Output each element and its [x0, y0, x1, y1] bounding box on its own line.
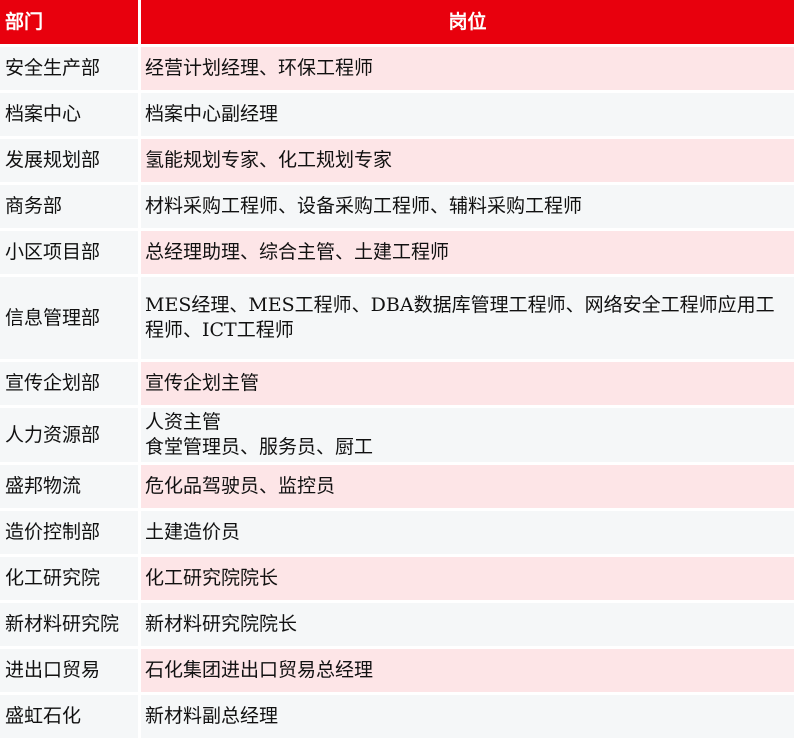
position-cell: 人资主管 食堂管理员、服务员、厨工	[141, 408, 794, 462]
table-row: 档案中心 档案中心副经理	[0, 93, 794, 139]
position-cell: 档案中心副经理	[141, 93, 794, 136]
position-cell: 材料采购工程师、设备采购工程师、辅料采购工程师	[141, 185, 794, 228]
department-cell: 人力资源部	[0, 408, 141, 462]
position-cell: 危化品驾驶员、监控员	[141, 465, 794, 508]
position-line: 食堂管理员、服务员、厨工	[145, 436, 374, 458]
table-row: 小区项目部 总经理助理、综合主管、土建工程师	[0, 231, 794, 277]
table-row: 安全生产部 经营计划经理、环保工程师	[0, 47, 794, 93]
department-cell: 宣传企划部	[0, 362, 141, 405]
department-cell: 化工研究院	[0, 557, 141, 600]
position-cell: 土建造价员	[141, 511, 794, 554]
table-row: 商务部 材料采购工程师、设备采购工程师、辅料采购工程师	[0, 185, 794, 231]
table-row: 化工研究院 化工研究院院长	[0, 557, 794, 603]
table-row: 进出口贸易 石化集团进出口贸易总经理	[0, 649, 794, 695]
department-cell: 进出口贸易	[0, 649, 141, 692]
position-cell: 氢能规划专家、化工规划专家	[141, 139, 794, 182]
table-row: 宣传企划部 宣传企划主管	[0, 362, 794, 408]
department-cell: 小区项目部	[0, 231, 141, 274]
department-cell: 造价控制部	[0, 511, 141, 554]
table-row: 人力资源部 人资主管 食堂管理员、服务员、厨工	[0, 408, 794, 465]
position-cell: 化工研究院院长	[141, 557, 794, 600]
position-cell: 新材料副总经理	[141, 695, 794, 738]
department-cell: 商务部	[0, 185, 141, 228]
position-line: 人资主管	[145, 411, 222, 433]
table-header: 部门 岗位	[0, 0, 794, 47]
department-cell: 安全生产部	[0, 47, 141, 90]
header-department: 部门	[0, 0, 141, 44]
department-cell: 发展规划部	[0, 139, 141, 182]
table-row: 发展规划部 氢能规划专家、化工规划专家	[0, 139, 794, 185]
job-table: 部门 岗位 安全生产部 经营计划经理、环保工程师 档案中心 档案中心副经理 发展…	[0, 0, 794, 741]
position-cell: MES经理、MES工程师、DBA数据库管理工程师、网络安全工程师应用工程师、IC…	[141, 277, 794, 359]
department-cell: 盛虹石化	[0, 695, 141, 738]
department-cell: 盛邦物流	[0, 465, 141, 508]
position-cell: 新材料研究院院长	[141, 603, 794, 646]
position-cell: 经营计划经理、环保工程师	[141, 47, 794, 90]
position-cell: 总经理助理、综合主管、土建工程师	[141, 231, 794, 274]
position-cell: 石化集团进出口贸易总经理	[141, 649, 794, 692]
table-row: 盛虹石化 新材料副总经理	[0, 695, 794, 741]
position-cell: 宣传企划主管	[141, 362, 794, 405]
table-row: 新材料研究院 新材料研究院院长	[0, 603, 794, 649]
table-row: 盛邦物流 危化品驾驶员、监控员	[0, 465, 794, 511]
header-position: 岗位	[141, 0, 794, 44]
table-row: 信息管理部 MES经理、MES工程师、DBA数据库管理工程师、网络安全工程师应用…	[0, 277, 794, 362]
department-cell: 信息管理部	[0, 277, 141, 359]
department-cell: 档案中心	[0, 93, 141, 136]
department-cell: 新材料研究院	[0, 603, 141, 646]
table-row: 造价控制部 土建造价员	[0, 511, 794, 557]
